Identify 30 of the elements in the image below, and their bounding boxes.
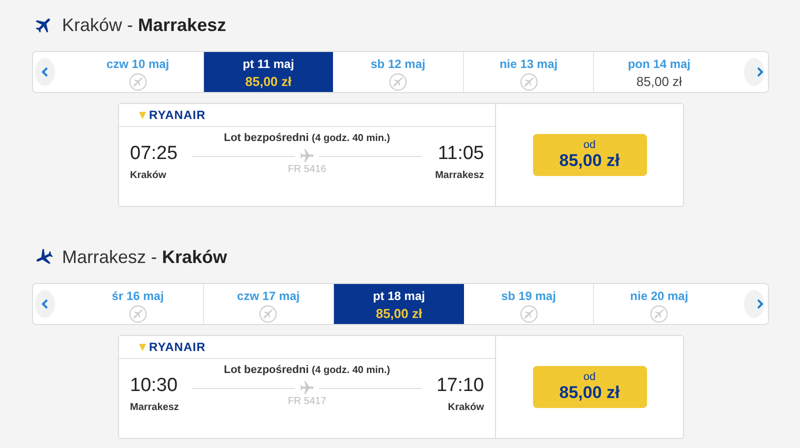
next-button[interactable] xyxy=(744,58,764,86)
price-button[interactable]: od 85,00 zł xyxy=(532,366,646,408)
airline-name: RYANAIR xyxy=(149,108,206,122)
flight-type: Lot bezpośredni (4 godz. 40 min.) xyxy=(224,364,390,376)
price-button[interactable]: od 85,00 zł xyxy=(532,134,646,176)
flight-type: Lot bezpośredni (4 godz. 40 min.) xyxy=(224,132,390,144)
chevron-right-icon xyxy=(756,67,764,77)
chevron-left-icon xyxy=(41,67,49,77)
departure-time: 07:25 xyxy=(130,143,179,165)
arrival-city: Kraków xyxy=(446,402,484,413)
departure-time: 10:30 xyxy=(130,375,179,397)
date-tab[interactable]: pt 11 maj 85,00 zł xyxy=(204,52,334,92)
next-button[interactable] xyxy=(744,290,764,318)
chevron-right-icon xyxy=(756,299,764,309)
flight-number: FR 5417 xyxy=(288,396,326,407)
airline-name: RYANAIR xyxy=(149,340,206,354)
route-title: Kraków - Marrakesz xyxy=(62,14,226,36)
date-tab[interactable]: pt 18 maj 85,00 zł xyxy=(334,284,464,324)
airplane-icon xyxy=(299,380,315,396)
chevron-left-icon xyxy=(41,299,49,309)
arrival-time: 17:10 xyxy=(435,375,484,397)
arrival-time: 11:05 xyxy=(436,143,484,165)
previous-button[interactable] xyxy=(35,290,55,318)
route-title: Marrakesz - Kraków xyxy=(62,246,228,268)
departure-city: Marrakesz xyxy=(130,402,180,413)
departure-city: Kraków xyxy=(130,170,168,181)
arrival-city: Marrakesz xyxy=(434,170,484,181)
airplane-icon xyxy=(299,148,315,164)
flight-number: FR 5416 xyxy=(288,164,326,175)
previous-button[interactable] xyxy=(35,58,55,86)
